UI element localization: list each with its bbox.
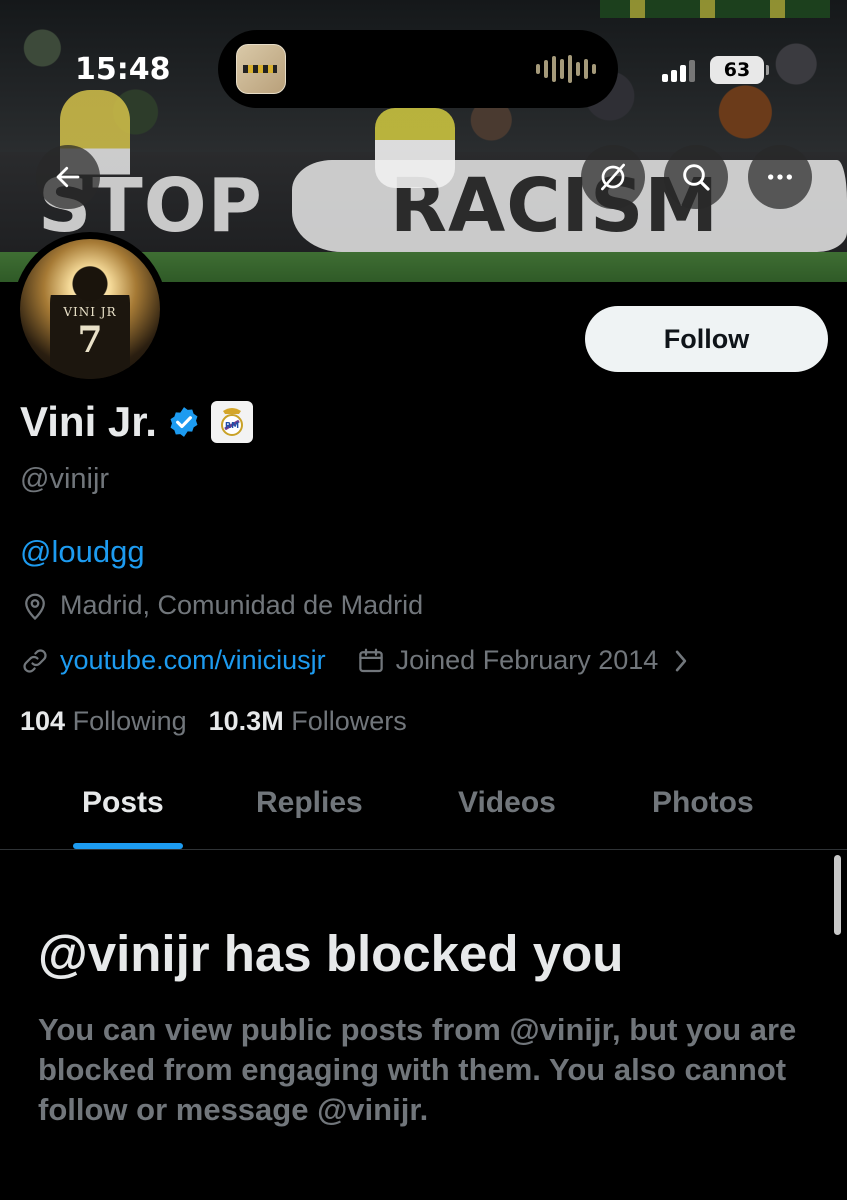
search-icon (683, 164, 710, 191)
now-playing-app-icon (236, 44, 286, 94)
links-row: youtube.com/viniciusjr Joined February 2… (20, 645, 690, 676)
followers-count: 10.3M (208, 706, 284, 736)
avatar-image: VINI JR 7 (20, 239, 160, 379)
display-name: Vini Jr. (20, 398, 157, 445)
tab-photos[interactable]: Photos (652, 786, 754, 820)
cellular-signal-icon (662, 58, 695, 82)
location-row: Madrid, Comunidad de Madrid (20, 590, 423, 621)
tab-replies[interactable]: Replies (256, 786, 363, 820)
audio-waveform-icon (536, 54, 596, 84)
following-stat[interactable]: 104 Following (20, 706, 187, 737)
chevron-right-icon[interactable] (672, 648, 690, 674)
status-bar: 15:48 63 (0, 0, 847, 120)
verified-badge-icon[interactable] (167, 405, 201, 439)
joined-text: Joined February 2014 (395, 645, 659, 675)
svg-text:RM: RM (225, 421, 239, 430)
banner-player-center (375, 108, 455, 188)
followers-stat[interactable]: 10.3M Followers (209, 706, 407, 737)
blocked-title: @vinijr has blocked you (38, 925, 624, 982)
real-madrid-badge-icon[interactable]: RM (210, 401, 253, 443)
bio-mention-link[interactable]: @loudgg (20, 534, 145, 570)
avatar-jersey-name: VINI JR (63, 305, 117, 319)
grok-button[interactable] (581, 145, 645, 209)
grok-icon (601, 163, 625, 191)
follow-button[interactable]: Follow (585, 306, 828, 372)
link-icon (23, 648, 47, 673)
profile-screen: STOP RACISM 15:48 63 VINI JR 7 Follow Vi… (0, 0, 847, 1200)
active-tab-indicator (73, 843, 183, 849)
more-options-button[interactable] (748, 145, 812, 209)
location-text: Madrid, Comunidad de Madrid (60, 590, 424, 620)
follow-stats: 104 Following 10.3M Followers (20, 706, 407, 737)
followers-label: Followers (291, 706, 407, 736)
avatar[interactable]: VINI JR 7 (13, 232, 167, 386)
scrollbar[interactable] (834, 855, 841, 935)
avatar-jersey-number: 7 (77, 319, 103, 361)
tab-posts[interactable]: Posts (82, 786, 164, 820)
tab-videos[interactable]: Videos (458, 786, 556, 820)
dynamic-island[interactable] (218, 30, 618, 108)
joined-item: Joined February 2014 (356, 645, 659, 676)
blocked-description: You can view public posts from @vinijr, … (38, 1012, 797, 1127)
more-icon (768, 174, 792, 180)
battery-indicator: 63 (710, 56, 769, 84)
website-link[interactable]: youtube.com/viniciusjr (60, 645, 326, 676)
following-count: 104 (20, 706, 66, 736)
back-button[interactable] (36, 145, 100, 209)
calendar-icon (358, 648, 383, 672)
search-button[interactable] (664, 145, 728, 209)
status-time: 15:48 (75, 52, 171, 87)
back-arrow-icon (56, 166, 80, 188)
location-icon (25, 593, 45, 620)
profile-handle: @vinijr (20, 463, 110, 495)
display-name-row: Vini Jr. RM (20, 398, 253, 446)
profile-tabs: Posts Replies Videos Photos (0, 770, 847, 850)
website-item[interactable]: youtube.com/viniciusjr (20, 645, 326, 676)
following-label: Following (72, 706, 187, 736)
